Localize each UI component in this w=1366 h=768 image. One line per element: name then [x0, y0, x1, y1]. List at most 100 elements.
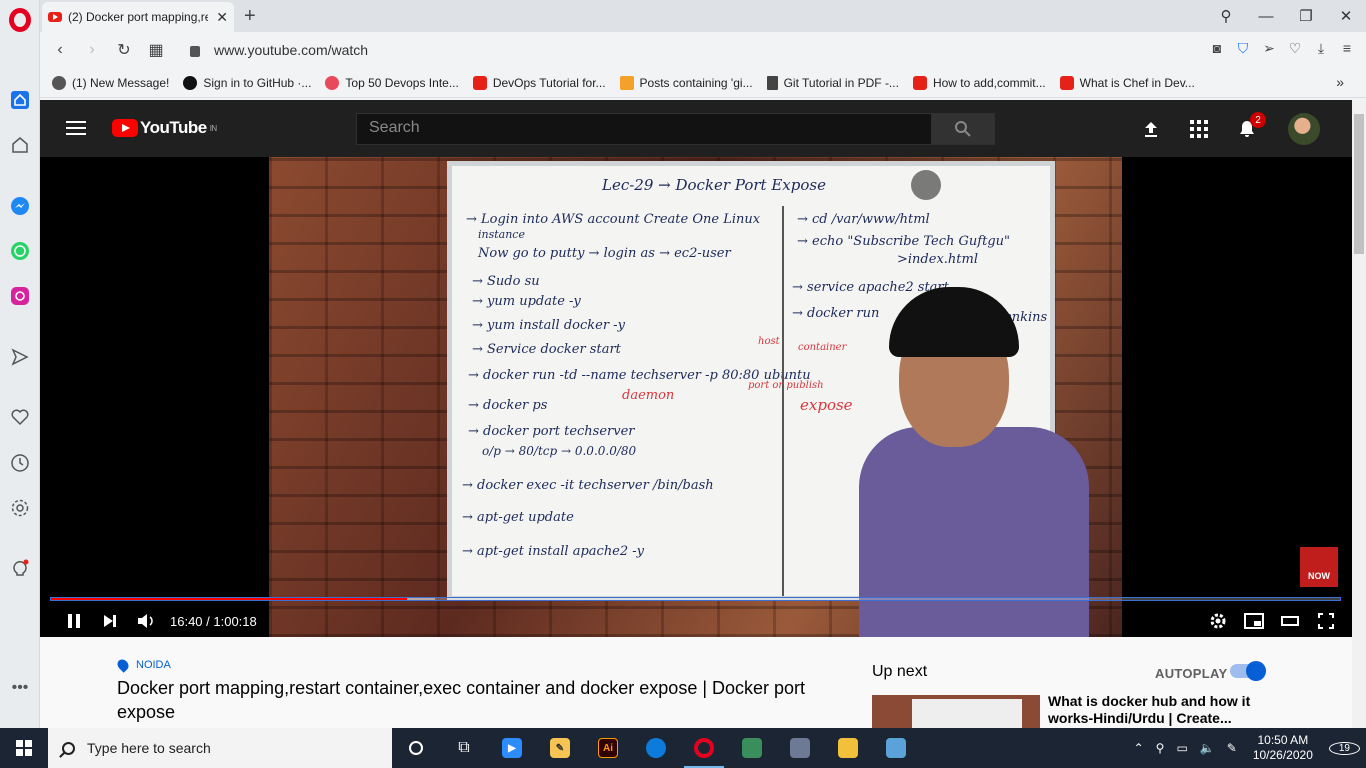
- next-video-thumbnail[interactable]: [872, 695, 1040, 728]
- show-hidden-icons[interactable]: ⌃: [1134, 741, 1144, 755]
- taskbar: Type here to search ⧉ ▶ ✎ Ai ⌃ ⚲ ▭ 🔈 ✎ 1…: [0, 728, 1366, 768]
- whiteboard-line: → cd /var/www/html: [797, 212, 930, 227]
- search-button[interactable]: [931, 113, 995, 145]
- opera-logo-icon[interactable]: [9, 8, 31, 32]
- heart-icon[interactable]: [8, 405, 32, 429]
- notifications-bell-icon[interactable]: 2: [1235, 112, 1266, 141]
- whiteboard-line: → docker port techserver: [468, 424, 635, 439]
- minimize-button[interactable]: —: [1246, 8, 1286, 25]
- whiteboard-line: → Service docker start: [472, 342, 621, 357]
- subscribe-watermark[interactable]: NOW: [1300, 547, 1338, 587]
- computer-app-icon[interactable]: [776, 728, 824, 768]
- whiteboard-line: → echo "Subscribe Tech Guftgu": [797, 234, 1010, 249]
- fullscreen-button[interactable]: [1308, 605, 1344, 637]
- reload-icon[interactable]: ↻: [108, 40, 140, 60]
- bookmark-item[interactable]: (1) New Message!: [52, 75, 169, 90]
- pause-icon: [68, 614, 80, 628]
- edge-app-icon[interactable]: [632, 728, 680, 768]
- snapshot-icon[interactable]: ◙: [1208, 40, 1226, 57]
- task-view-button[interactable]: [392, 728, 440, 768]
- pen-icon[interactable]: ✎: [1227, 741, 1237, 755]
- clock[interactable]: 10:50 AM 10/26/2020: [1253, 733, 1313, 763]
- page-scrollbar[interactable]: [1352, 100, 1366, 728]
- settings-button[interactable]: [1200, 605, 1236, 637]
- downloads-icon[interactable]: ⤓: [1312, 40, 1330, 57]
- whiteboard-line: instance: [478, 228, 525, 241]
- pause-button[interactable]: [56, 605, 92, 637]
- theater-mode-button[interactable]: [1272, 605, 1308, 637]
- youtube-logo[interactable]: YouTube IN: [112, 118, 217, 138]
- lock-icon: [190, 45, 200, 57]
- paint-app-icon[interactable]: ✎: [536, 728, 584, 768]
- illustrator-app-icon[interactable]: Ai: [584, 728, 632, 768]
- menu-icon[interactable]: [66, 121, 86, 135]
- youtube-header: YouTube IN Search 2: [40, 100, 1352, 157]
- speed-dial-icon[interactable]: [8, 133, 32, 157]
- whatsapp-icon[interactable]: [8, 239, 32, 263]
- messenger-icon[interactable]: [8, 194, 32, 218]
- start-button[interactable]: [0, 728, 48, 768]
- next-video-title[interactable]: What is docker hub and how it works-Hind…: [1048, 693, 1258, 727]
- send-icon[interactable]: [8, 345, 32, 369]
- whiteboard-line: → Sudo su: [472, 274, 540, 289]
- network-app-icon[interactable]: [728, 728, 776, 768]
- search-tabs-icon[interactable]: ⚲: [1206, 7, 1246, 25]
- tabs-grid-icon[interactable]: ▦: [140, 40, 172, 60]
- close-window-button[interactable]: ✕: [1326, 7, 1366, 25]
- video-player[interactable]: Lec-29 → Docker Port Expose → Login into…: [40, 157, 1352, 637]
- wifi-icon[interactable]: ▭: [1176, 741, 1187, 755]
- more-icon[interactable]: •••: [8, 676, 32, 700]
- bookmark-item[interactable]: What is Chef in Dev...: [1059, 75, 1195, 90]
- settings-icon[interactable]: [8, 496, 32, 520]
- theater-icon: [1281, 616, 1299, 626]
- location-tag[interactable]: NOIDA: [115, 657, 171, 673]
- send-to-icon[interactable]: ➢: [1260, 40, 1278, 57]
- copy-link-icon[interactable]: [911, 170, 941, 200]
- timeline-button[interactable]: ⧉: [440, 728, 488, 768]
- search-input[interactable]: Search: [356, 113, 932, 145]
- back-icon[interactable]: ‹: [44, 41, 76, 59]
- speaker-icon[interactable]: 🔈: [1200, 741, 1215, 755]
- bookmark-item[interactable]: DevOps Tutorial for...: [472, 75, 606, 90]
- apps-grid-icon[interactable]: [1187, 117, 1211, 141]
- next-button[interactable]: [92, 605, 128, 637]
- progress-bar[interactable]: [50, 597, 1341, 601]
- windows-icon: [16, 740, 32, 756]
- autoplay-toggle[interactable]: [1230, 661, 1266, 681]
- instagram-icon[interactable]: [8, 284, 32, 308]
- lightbulb-icon[interactable]: [8, 557, 32, 581]
- avatar[interactable]: [1288, 113, 1320, 145]
- easy-setup-icon[interactable]: ≡: [1338, 40, 1356, 57]
- bookmark-item[interactable]: How to add,commit...: [912, 75, 1046, 90]
- zoom-app-icon[interactable]: ▶: [488, 728, 536, 768]
- location-pin-icon: [115, 657, 131, 673]
- history-icon[interactable]: [8, 451, 32, 475]
- new-tab-button[interactable]: +: [244, 5, 256, 28]
- restore-button[interactable]: ❐: [1286, 7, 1326, 25]
- bookmark-item[interactable]: Sign in to GitHub ·...: [183, 75, 311, 90]
- upload-icon[interactable]: [1139, 117, 1163, 141]
- more-bookmarks-icon[interactable]: »: [1336, 74, 1344, 90]
- forward-icon[interactable]: ›: [76, 41, 108, 59]
- bookmark-item[interactable]: Top 50 Devops Inte...: [325, 75, 459, 90]
- tab-youtube[interactable]: (2) Docker port mapping,re ✕: [42, 2, 234, 32]
- taskbar-search[interactable]: Type here to search: [48, 728, 392, 768]
- file-explorer-icon[interactable]: [824, 728, 872, 768]
- bookmark-item[interactable]: Git Tutorial in PDF -...: [766, 75, 899, 90]
- photos-app-icon[interactable]: [872, 728, 920, 768]
- close-tab-icon[interactable]: ✕: [216, 9, 228, 26]
- action-center-icon[interactable]: 19: [1328, 741, 1360, 755]
- url-field[interactable]: www.youtube.com/watch: [190, 42, 368, 58]
- miniplayer-button[interactable]: [1236, 605, 1272, 637]
- scrollbar-thumb[interactable]: [1354, 114, 1364, 254]
- bookmark-heart-icon[interactable]: ♡: [1286, 40, 1304, 57]
- bookmark-item[interactable]: Posts containing 'gi...: [619, 75, 753, 90]
- opera-app-icon[interactable]: [680, 728, 728, 768]
- volume-button[interactable]: [128, 605, 164, 637]
- search-icon: [955, 121, 971, 137]
- notification-badge: 2: [1250, 112, 1266, 128]
- home-icon[interactable]: [8, 88, 32, 112]
- miniplayer-icon: [1244, 613, 1264, 629]
- vpn-shield-icon[interactable]: ⛉: [1234, 40, 1252, 57]
- network-icon[interactable]: ⚲: [1156, 741, 1165, 755]
